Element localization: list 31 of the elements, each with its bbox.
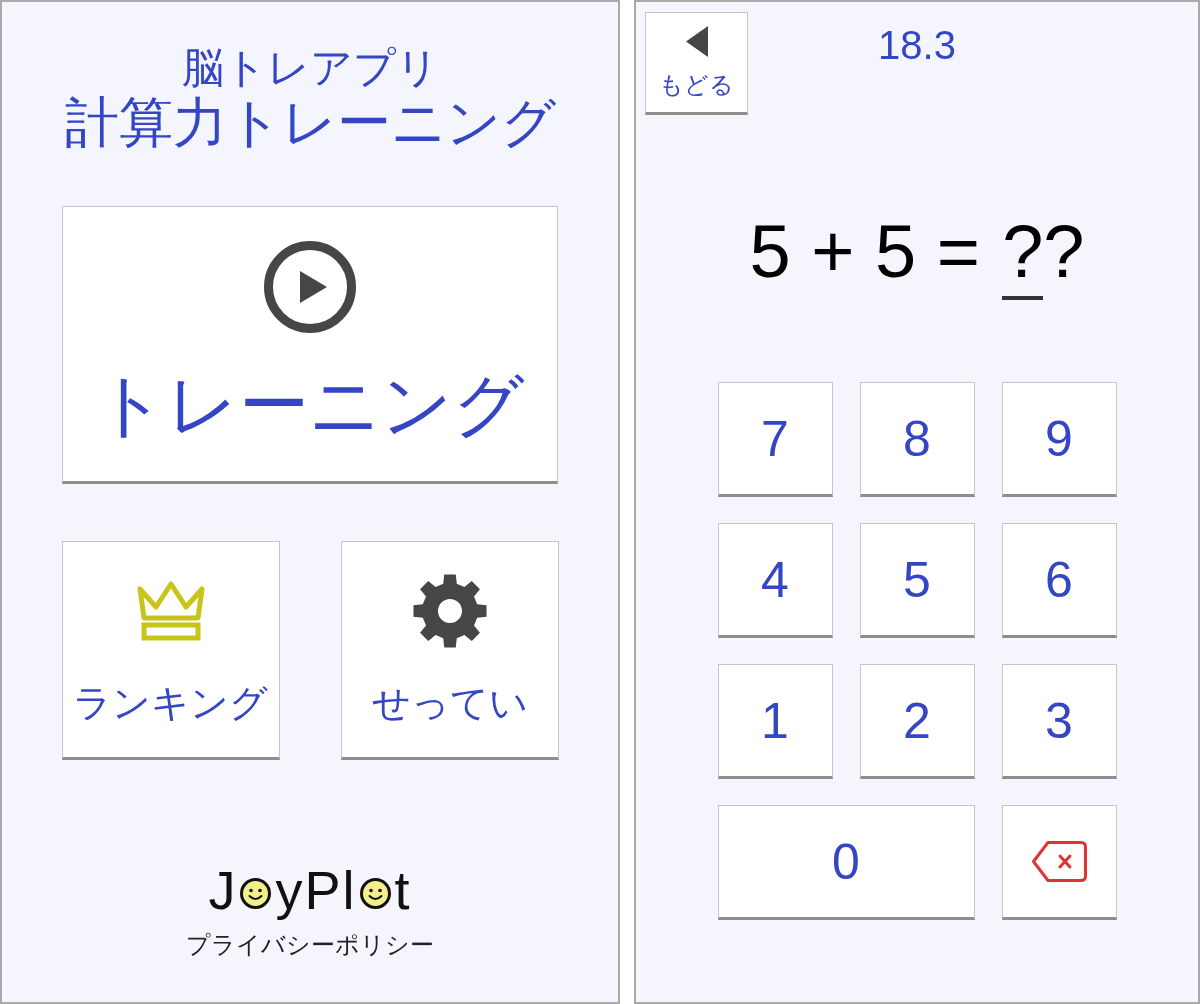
number-key[interactable]: 8 [859, 382, 975, 497]
back-arrow-icon [685, 25, 708, 57]
settings-icon [411, 573, 488, 649]
logo-text: J [208, 859, 238, 922]
equation-text: 5 + 5 = [749, 211, 980, 292]
number-key[interactable]: 2 [859, 664, 975, 779]
timer: 18.3 [878, 22, 956, 68]
play-icon [264, 241, 356, 333]
number-key[interactable]: 6 [1001, 523, 1117, 638]
smiley-icon [359, 878, 391, 909]
answer-slot: ? [1002, 211, 1044, 300]
settings-button[interactable]: せってい [340, 541, 559, 760]
ranking-button[interactable]: ランキング [61, 541, 280, 760]
smiley-icon [240, 878, 272, 909]
number-key[interactable]: 9 [1001, 382, 1117, 497]
training-button[interactable]: トレーニング [62, 206, 558, 484]
number-key[interactable]: 1 [717, 664, 833, 779]
backspace-icon [1030, 840, 1088, 883]
logo-text: yPl [275, 859, 357, 922]
number-key[interactable]: 5 [859, 523, 975, 638]
backspace-button[interactable] [1001, 805, 1117, 920]
app-subtitle: 脳トレアプリ [181, 43, 439, 93]
logo-text: t [394, 859, 412, 922]
number-key[interactable]: 0 [717, 805, 975, 920]
number-key[interactable]: 4 [717, 523, 833, 638]
number-key[interactable]: 3 [1001, 664, 1117, 779]
privacy-policy-link[interactable]: プライバシーポリシー [186, 929, 434, 960]
app-title: 計算力トレーニング [64, 93, 556, 152]
answer-slot: ? [1043, 211, 1085, 300]
number-key[interactable]: 7 [717, 382, 833, 497]
back-button[interactable]: もどる [645, 12, 748, 115]
